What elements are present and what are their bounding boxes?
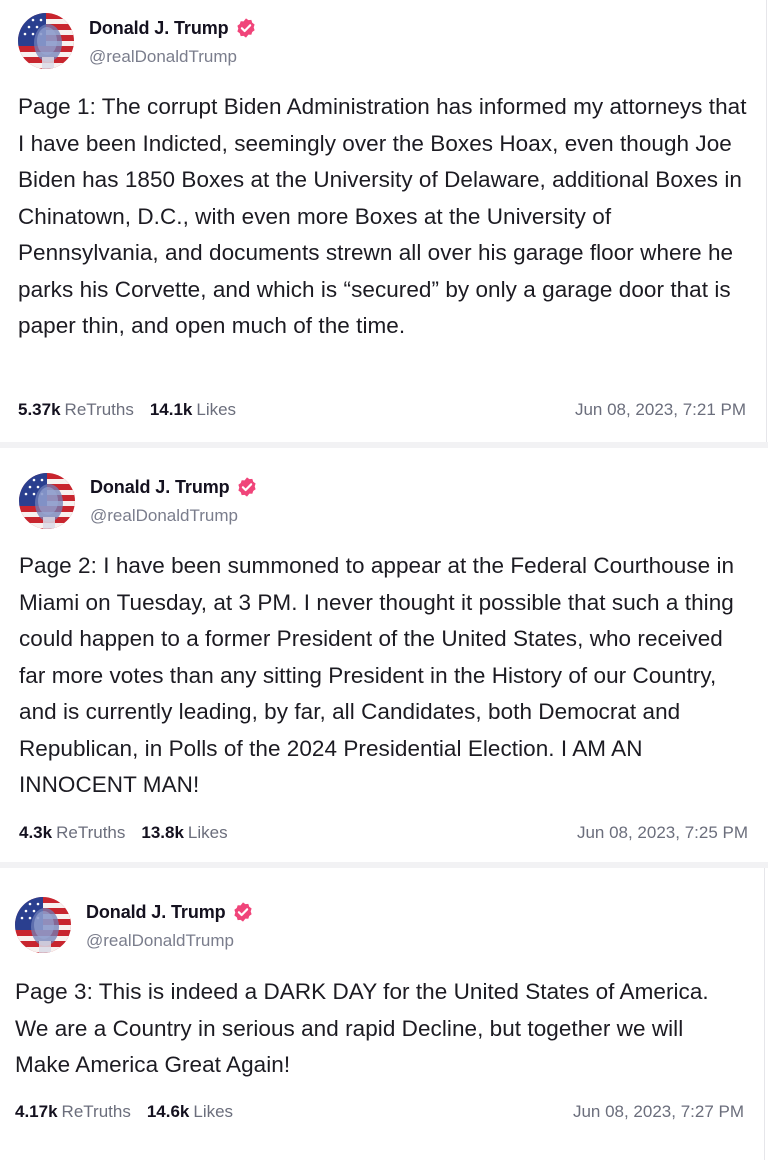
post-1[interactable]: Donald J. Trump @realDonaldTrump Page 1:… (0, 0, 766, 442)
author-handle[interactable]: @realDonaldTrump (86, 931, 234, 951)
avatar-flag-portrait (19, 473, 75, 529)
author-name-row: Donald J. Trump (89, 16, 257, 40)
post-stats: 5.37k ReTruths 14.1k Likes (18, 400, 252, 420)
likes-label: Likes (196, 400, 237, 419)
verified-badge-icon (236, 18, 255, 38)
likes-count: 13.8k (141, 823, 184, 842)
retruths-count: 4.3k (19, 823, 53, 842)
likes-stat[interactable]: 13.8k Likes (141, 823, 227, 843)
avatar[interactable] (18, 13, 74, 69)
avatar-flag-portrait (15, 897, 71, 953)
verified-badge-icon (237, 477, 256, 497)
author-name-row: Donald J. Trump (86, 900, 254, 924)
post-text: Page 2: I have been summoned to appear a… (19, 553, 735, 797)
post-text: Page 1: The corrupt Biden Administration… (18, 94, 747, 338)
avatar[interactable] (19, 473, 75, 529)
likes-stat[interactable]: 14.1k Likes (150, 400, 236, 420)
likes-count: 14.6k (146, 1102, 190, 1121)
post-timestamp[interactable]: Jun 08, 2023, 7:25 PM (577, 823, 748, 843)
retruths-label: ReTruths (56, 823, 126, 842)
likes-label: Likes (187, 823, 228, 842)
verified-badge-icon (233, 902, 252, 922)
retruths-count: 4.17k (15, 1102, 58, 1121)
avatar-flag-portrait (18, 13, 74, 69)
author-handle[interactable]: @realDonaldTrump (90, 506, 238, 526)
author-display-name[interactable]: Donald J. Trump (89, 18, 229, 39)
post-stats: 4.3k ReTruths 13.8k Likes (19, 823, 244, 843)
author-display-name[interactable]: Donald J. Trump (86, 902, 226, 923)
right-edge-line (764, 868, 765, 1160)
post-timestamp[interactable]: Jun 08, 2023, 7:27 PM (573, 1102, 744, 1122)
retruths-stat[interactable]: 4.3k ReTruths (19, 823, 125, 843)
retruths-count: 5.37k (18, 400, 61, 419)
author-handle[interactable]: @realDonaldTrump (89, 47, 237, 67)
post-text: Page 3: This is indeed a DARK DAY for th… (15, 979, 709, 1077)
likes-label: Likes (193, 1102, 234, 1121)
post-2[interactable]: Donald J. Trump @realDonaldTrump Page 2:… (0, 448, 768, 863)
post-stats: 4.17k ReTruths 14.6k Likes (15, 1102, 249, 1122)
truth-feed: Donald J. Trump @realDonaldTrump Page 1:… (0, 0, 768, 1160)
retruths-label: ReTruths (64, 400, 134, 419)
author-name-row: Donald J. Trump (90, 475, 258, 499)
avatar[interactable] (15, 897, 71, 953)
retruths-stat[interactable]: 5.37k ReTruths (18, 400, 134, 420)
likes-stat[interactable]: 14.6k Likes (147, 1102, 233, 1122)
retruths-stat[interactable]: 4.17k ReTruths (15, 1102, 131, 1122)
retruths-label: ReTruths (61, 1102, 131, 1121)
post-timestamp[interactable]: Jun 08, 2023, 7:21 PM (575, 400, 746, 420)
right-edge-line (766, 0, 767, 442)
author-display-name[interactable]: Donald J. Trump (90, 477, 230, 498)
post-3[interactable]: Donald J. Trump @realDonaldTrump Page 3:… (0, 868, 764, 1160)
likes-count: 14.1k (149, 400, 193, 419)
